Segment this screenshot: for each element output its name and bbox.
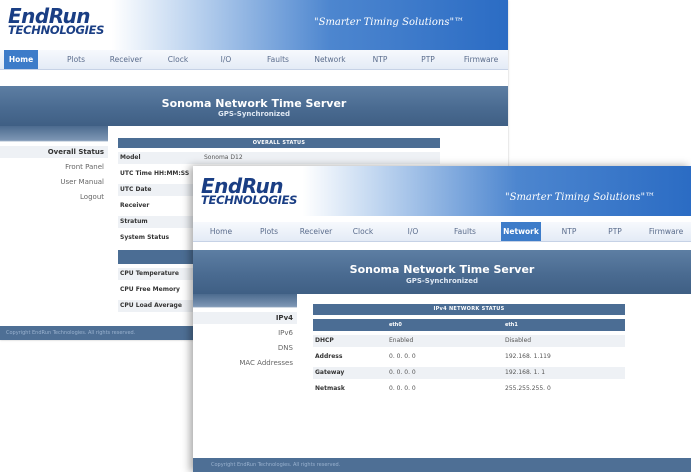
- nav-bar: Home Plots Receiver Clock I/O Faults Net…: [193, 222, 691, 242]
- row-label: UTC Time HH:MM:SS: [120, 170, 190, 177]
- tab-receiver[interactable]: Receiver: [293, 222, 339, 241]
- table-row: Netmask 0. 0. 0. 0 255.255.255. 0: [313, 383, 625, 395]
- sidebar-item-overall-status[interactable]: Overall Status: [0, 146, 108, 158]
- logo-line2: TECHNOLOGIES: [201, 193, 298, 207]
- sidebar-item-ipv6[interactable]: IPv6: [193, 327, 297, 339]
- endrun-logo[interactable]: EndRun TECHNOLOGIES: [8, 6, 104, 37]
- tab-ntp[interactable]: NTP: [551, 222, 587, 241]
- tab-home[interactable]: Home: [199, 222, 243, 241]
- row-eth0: 0. 0. 0. 0: [389, 369, 416, 376]
- tab-plots[interactable]: Plots: [249, 222, 289, 241]
- tab-home[interactable]: Home: [4, 50, 38, 69]
- sidebar-header: [193, 294, 297, 308]
- row-label: Model: [120, 154, 141, 161]
- column-header-eth1: eth1: [505, 322, 518, 328]
- panel-title: OVERALL STATUS: [118, 138, 440, 148]
- tab-firmware[interactable]: Firmware: [456, 50, 506, 69]
- row-eth1: Disabled: [505, 337, 532, 344]
- header-banner: EndRun TECHNOLOGIES "Smarter Timing Solu…: [0, 0, 508, 50]
- table-row: Model Sonoma D12: [118, 152, 440, 164]
- tab-ptp[interactable]: PTP: [410, 50, 446, 69]
- slogan: "Smarter Timing Solutions"™: [314, 17, 465, 28]
- row-label: Address: [315, 353, 343, 360]
- row-label: Receiver: [120, 202, 150, 209]
- page-title: Sonoma Network Time Server: [349, 263, 535, 276]
- title-bar: Sonoma Network Time Server GPS-Synchroni…: [0, 86, 508, 126]
- title-bar: Sonoma Network Time Server GPS-Synchroni…: [193, 250, 691, 294]
- tab-ptp[interactable]: PTP: [597, 222, 633, 241]
- sidebar-item-dns[interactable]: DNS: [193, 342, 297, 354]
- sidebar-item-user-manual[interactable]: User Manual: [0, 176, 108, 188]
- row-eth1: 255.255.255. 0: [505, 385, 551, 392]
- tab-clock[interactable]: Clock: [158, 50, 198, 69]
- nav-bar: Home Plots Receiver Clock I/O Faults Net…: [0, 50, 508, 70]
- table-row: DHCP Enabled Disabled: [313, 335, 625, 347]
- row-label: Netmask: [315, 385, 345, 392]
- tab-network[interactable]: Network: [306, 50, 354, 69]
- footer: Copyright EndRun Technologies. All right…: [193, 458, 691, 472]
- row-eth1: 192.168. 1. 1: [505, 369, 546, 376]
- table-row: Gateway 0. 0. 0. 0 192.168. 1. 1: [313, 367, 625, 379]
- tab-faults[interactable]: Faults: [258, 50, 298, 69]
- row-label: System Status: [120, 234, 170, 241]
- row-label: DHCP: [315, 337, 334, 344]
- row-value: Sonoma D12: [204, 154, 243, 161]
- row-label: CPU Temperature: [120, 270, 179, 277]
- tab-plots[interactable]: Plots: [56, 50, 96, 69]
- network-status-window: EndRun TECHNOLOGIES "Smarter Timing Solu…: [193, 166, 691, 472]
- table-header-row: eth0 eth1: [313, 319, 625, 331]
- row-label: UTC Date: [120, 186, 152, 193]
- slogan: "Smarter Timing Solutions"™: [505, 192, 656, 203]
- tab-io[interactable]: I/O: [393, 222, 433, 241]
- sidebar-header: [0, 126, 108, 142]
- sidebar-item-logout[interactable]: Logout: [0, 191, 108, 203]
- page-subtitle: GPS-Synchronized: [405, 277, 479, 285]
- row-eth1: 192.168. 1.119: [505, 353, 551, 360]
- sidebar: IPv4 IPv6 DNS MAC Addresses: [193, 294, 297, 458]
- tab-network[interactable]: Network: [501, 222, 541, 241]
- sidebar-item-ipv4[interactable]: IPv4: [193, 312, 297, 324]
- tab-clock[interactable]: Clock: [343, 222, 383, 241]
- column-header-eth0: eth0: [389, 322, 402, 328]
- tab-firmware[interactable]: Firmware: [643, 222, 689, 241]
- row-eth0: 0. 0. 0. 0: [389, 353, 416, 360]
- page-subtitle: GPS-Synchronized: [217, 110, 291, 118]
- sidebar-item-mac-addresses[interactable]: MAC Addresses: [193, 357, 297, 369]
- page-title: Sonoma Network Time Server: [161, 97, 347, 110]
- table-row: Address 0. 0. 0. 0 192.168. 1.119: [313, 351, 625, 363]
- panel-title: IPv4 NETWORK STATUS: [313, 304, 625, 315]
- row-label: CPU Free Memory: [120, 286, 180, 293]
- tab-io[interactable]: I/O: [206, 50, 246, 69]
- row-label: Gateway: [315, 369, 345, 376]
- sidebar-item-front-panel[interactable]: Front Panel: [0, 161, 108, 173]
- tab-receiver[interactable]: Receiver: [104, 50, 148, 69]
- tab-ntp[interactable]: NTP: [362, 50, 398, 69]
- row-eth0: Enabled: [389, 337, 414, 344]
- row-eth0: 0. 0. 0. 0: [389, 385, 416, 392]
- row-label: Stratum: [120, 218, 148, 225]
- logo-line2: TECHNOLOGIES: [8, 23, 105, 37]
- endrun-logo[interactable]: EndRun TECHNOLOGIES: [201, 176, 297, 207]
- sidebar: Overall Status Front Panel User Manual L…: [0, 126, 108, 326]
- ipv4-network-status-panel: IPv4 NETWORK STATUS eth0 eth1 DHCP Enabl…: [313, 304, 625, 404]
- tab-faults[interactable]: Faults: [445, 222, 485, 241]
- header-banner: EndRun TECHNOLOGIES "Smarter Timing Solu…: [193, 166, 691, 216]
- row-label: CPU Load Average: [120, 302, 182, 309]
